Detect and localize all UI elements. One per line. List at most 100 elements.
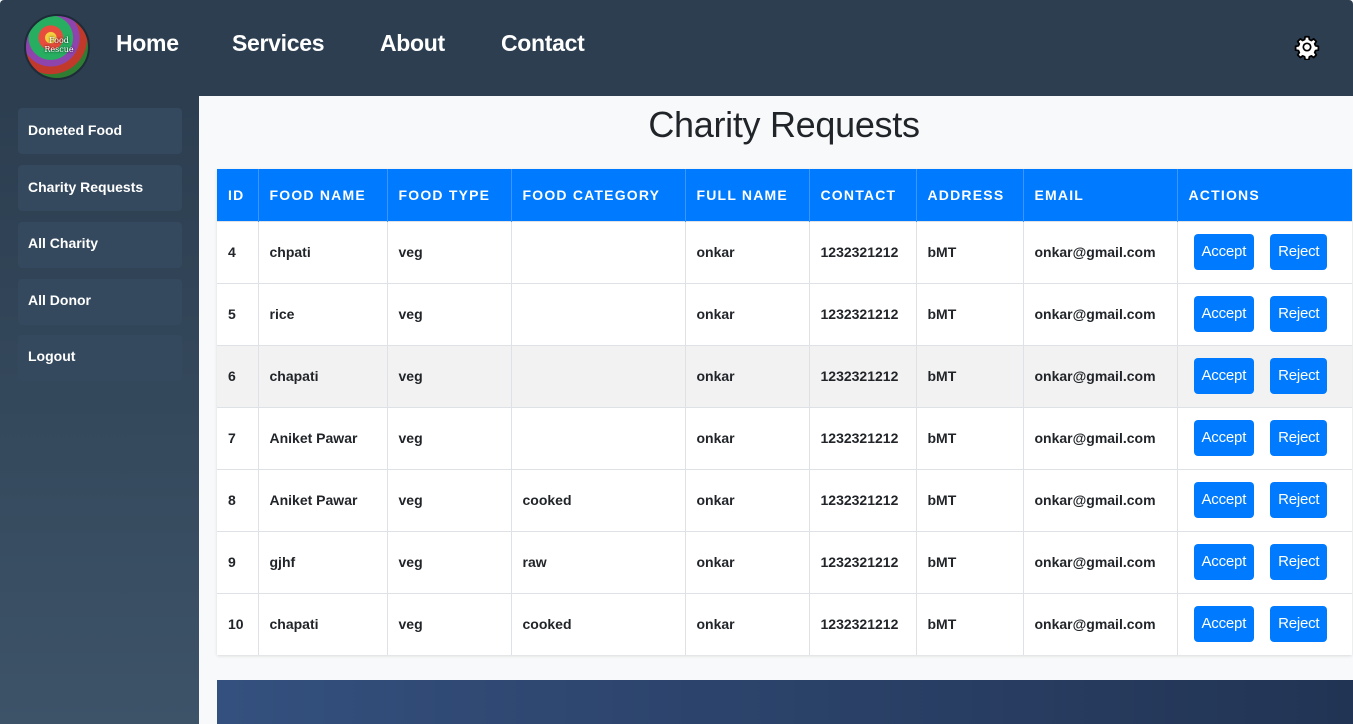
sidebar-item-doneted-food[interactable]: Doneted Food <box>18 108 182 154</box>
cell-email: onkar@gmail.com <box>1023 531 1178 593</box>
cell-food-type: veg <box>387 531 512 593</box>
cell-food-category <box>511 283 686 345</box>
reject-button[interactable]: Reject <box>1270 234 1328 270</box>
cell-food-name: Aniket Pawar <box>258 407 388 469</box>
cell-full-name: onkar <box>685 345 810 407</box>
column-header-email: EMAIL <box>1023 169 1178 221</box>
column-header-full-name: FULL NAME <box>685 169 810 221</box>
column-header-food-category: FOOD CATEGORY <box>511 169 686 221</box>
cell-contact: 1232321212 <box>809 283 917 345</box>
reject-button[interactable]: Reject <box>1270 544 1328 580</box>
cell-food-type: veg <box>387 593 512 655</box>
cell-email: onkar@gmail.com <box>1023 221 1178 283</box>
cell-address: bMT <box>916 283 1024 345</box>
cell-id: 8 <box>217 469 259 531</box>
accept-button[interactable]: Accept <box>1193 420 1255 456</box>
table-row: 6 chapati veg onkar 1232321212 bMT onkar… <box>217 345 1352 407</box>
nav-services[interactable]: Services <box>232 30 325 57</box>
cell-id: 6 <box>217 345 259 407</box>
footer <box>217 680 1353 724</box>
top-navbar: Food Rescue Home Services About Contact <box>0 0 1353 96</box>
cell-address: bMT <box>916 593 1024 655</box>
cell-food-name: rice <box>258 283 388 345</box>
reject-button[interactable]: Reject <box>1270 296 1328 332</box>
cell-email: onkar@gmail.com <box>1023 407 1178 469</box>
cell-full-name: onkar <box>685 283 810 345</box>
sidebar-item-logout[interactable]: Logout <box>18 335 182 381</box>
cell-contact: 1232321212 <box>809 221 917 283</box>
table-row: 7 Aniket Pawar veg onkar 1232321212 bMT … <box>217 407 1352 469</box>
cell-address: bMT <box>916 469 1024 531</box>
nav-contact[interactable]: Contact <box>501 30 585 57</box>
cell-address: bMT <box>916 407 1024 469</box>
cell-food-type: veg <box>387 283 512 345</box>
cell-contact: 1232321212 <box>809 469 917 531</box>
cell-id: 7 <box>217 407 259 469</box>
column-header-food-type: FOOD TYPE <box>387 169 512 221</box>
cell-id: 5 <box>217 283 259 345</box>
accept-button[interactable]: Accept <box>1193 606 1255 643</box>
sidebar-item-all-donor[interactable]: All Donor <box>18 279 182 325</box>
accept-button[interactable]: Accept <box>1193 234 1255 270</box>
table-body: 4 chpati veg onkar 1232321212 bMT onkar@… <box>217 221 1352 655</box>
table-row: 4 chpati veg onkar 1232321212 bMT onkar@… <box>217 221 1352 283</box>
cell-full-name: onkar <box>685 593 810 655</box>
reject-button[interactable]: Reject <box>1270 606 1328 643</box>
cell-full-name: onkar <box>685 221 810 283</box>
nav-about[interactable]: About <box>380 30 445 57</box>
cell-full-name: onkar <box>685 469 810 531</box>
cell-actions: Accept Reject <box>1177 221 1352 283</box>
gear-icon[interactable] <box>1294 34 1320 61</box>
cell-food-name: gjhf <box>258 531 388 593</box>
reject-button[interactable]: Reject <box>1270 482 1328 518</box>
cell-actions: Accept Reject <box>1177 469 1352 531</box>
cell-actions: Accept Reject <box>1177 407 1352 469</box>
table-row: 8 Aniket Pawar veg cooked onkar 12323212… <box>217 469 1352 531</box>
cell-id: 4 <box>217 221 259 283</box>
cell-id: 9 <box>217 531 259 593</box>
cell-email: onkar@gmail.com <box>1023 345 1178 407</box>
cell-contact: 1232321212 <box>809 345 917 407</box>
column-header-address: ADDRESS <box>916 169 1024 221</box>
column-header-id: ID <box>217 169 259 221</box>
food-rescue-logo[interactable]: Food Rescue <box>24 14 90 80</box>
cell-contact: 1232321212 <box>809 407 917 469</box>
accept-button[interactable]: Accept <box>1193 544 1255 580</box>
cell-full-name: onkar <box>685 407 810 469</box>
reject-button[interactable]: Reject <box>1270 420 1328 456</box>
cell-food-category <box>511 407 686 469</box>
table-row: 5 rice veg onkar 1232321212 bMT onkar@gm… <box>217 283 1352 345</box>
accept-button[interactable]: Accept <box>1193 296 1255 332</box>
cell-contact: 1232321212 <box>809 593 917 655</box>
cell-email: onkar@gmail.com <box>1023 469 1178 531</box>
cell-actions: Accept Reject <box>1177 531 1352 593</box>
cell-full-name: onkar <box>685 531 810 593</box>
cell-food-category <box>511 221 686 283</box>
cell-food-type: veg <box>387 221 512 283</box>
cell-food-category: cooked <box>511 469 686 531</box>
cell-id: 10 <box>217 593 259 655</box>
cell-address: bMT <box>916 531 1024 593</box>
accept-button[interactable]: Accept <box>1193 358 1255 394</box>
sidebar-item-all-charity[interactable]: All Charity <box>18 222 182 268</box>
column-header-contact: CONTACT <box>809 169 917 221</box>
main-content: Charity Requests ID FOOD NAME FOOD TYPE … <box>199 96 1353 724</box>
table-header-row: ID FOOD NAME FOOD TYPE FOOD CATEGORY FUL… <box>217 169 1352 221</box>
cell-food-name: chpati <box>258 221 388 283</box>
reject-button[interactable]: Reject <box>1270 358 1328 394</box>
cell-contact: 1232321212 <box>809 531 917 593</box>
cell-food-name: chapati <box>258 345 388 407</box>
cell-food-category: raw <box>511 531 686 593</box>
cell-food-type: veg <box>387 345 512 407</box>
column-header-actions: ACTIONS <box>1188 186 1260 203</box>
table-row: 10 chapati veg cooked onkar 1232321212 b… <box>217 593 1352 655</box>
cell-food-name: chapati <box>258 593 388 655</box>
nav-home[interactable]: Home <box>116 30 179 57</box>
charity-requests-table: ID FOOD NAME FOOD TYPE FOOD CATEGORY FUL… <box>217 169 1352 655</box>
sidebar-item-charity-requests[interactable]: Charity Requests <box>18 165 182 211</box>
cell-email: onkar@gmail.com <box>1023 283 1178 345</box>
sidebar: Doneted Food Charity Requests All Charit… <box>0 96 199 724</box>
cell-address: bMT <box>916 345 1024 407</box>
accept-button[interactable]: Accept <box>1193 482 1255 518</box>
cell-actions: Accept Reject <box>1177 283 1352 345</box>
